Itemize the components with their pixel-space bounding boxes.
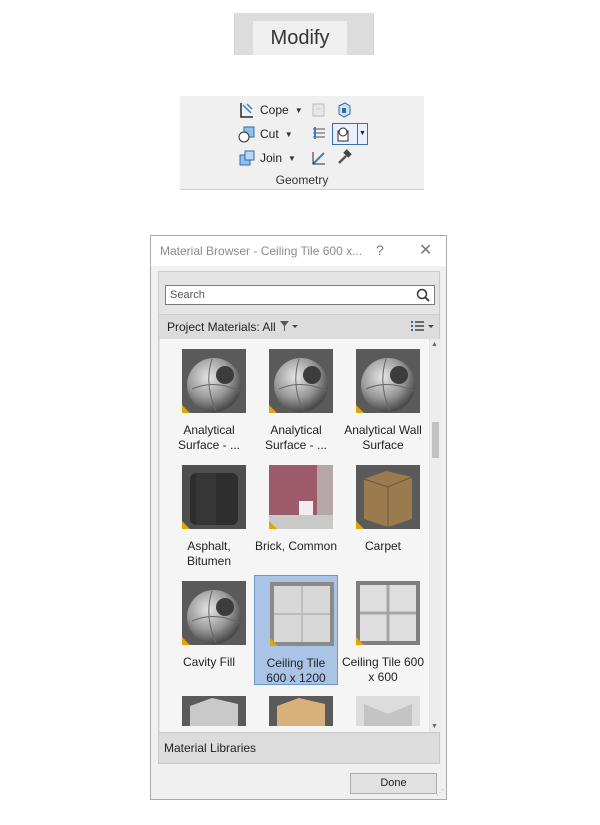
search-input[interactable]: Search [165,285,435,305]
warning-badge-icon [356,405,364,413]
help-button[interactable]: ? [376,242,384,258]
material-tile[interactable]: Ceiling Tile 600 x 1200 [254,575,338,685]
join-geometry-button[interactable]: ▼ [332,123,368,145]
material-thumbnail [356,349,420,413]
chevron-down-icon[interactable]: ▼ [285,130,293,139]
done-button[interactable]: Done [350,773,437,794]
join-geometry-icon [336,125,354,143]
material-libraries-label: Material Libraries [164,741,257,755]
material-name: Asphalt, Bitumen [186,539,232,568]
scroll-down-icon[interactable]: ▼ [431,723,438,730]
warning-badge-icon [182,637,190,645]
material-browser-dialog: Material Browser - Ceiling Tile 600 x...… [150,235,447,800]
split-face-icon[interactable] [335,101,353,119]
material-tile[interactable]: Carpet [341,459,425,569]
warning-badge-icon [182,521,190,529]
warning-badge-icon [356,521,364,529]
join-label: Join [260,151,283,165]
filter-icon[interactable] [279,320,299,335]
title-bar[interactable]: Material Browser - Ceiling Tile 600 x...… [151,236,446,266]
material-thumbnail[interactable] [356,696,420,726]
warning-badge-icon [269,405,277,413]
vertical-scrollbar[interactable]: ▲ ▼ [430,339,440,732]
material-name: Analytical Surface - ... [264,423,328,452]
chevron-down-icon[interactable]: ▼ [295,106,303,115]
material-tile[interactable]: Analytical Surface - ... [254,343,338,453]
browser-panel: Search Project Materials: All Analytical… [158,271,440,764]
material-name: Ceiling Tile 600 x 600 [341,655,425,684]
cope-icon [238,101,256,119]
material-name: Cavity Fill [182,655,235,669]
material-name: Brick, Common [254,539,337,553]
material-name: Carpet [364,539,402,553]
warning-badge-icon [356,637,364,645]
warning-badge-icon [269,521,277,529]
cope-label: Cope [260,103,289,117]
cut-button[interactable]: Cut ▼ [238,124,293,144]
geometry-panel-title: Geometry [275,173,329,187]
material-thumbnail [269,465,333,529]
material-thumbnail [182,465,246,529]
cut-icon [238,125,256,143]
material-tile[interactable]: Cavity Fill [167,575,251,685]
material-tile[interactable]: Brick, Common [254,459,338,569]
material-thumbnail [356,465,420,529]
material-libraries-bar[interactable]: Material Libraries [159,732,439,763]
cut-label: Cut [260,127,279,141]
material-tile[interactable]: Analytical Wall Surface [341,343,425,453]
material-tile[interactable]: Ceiling Tile 600 x 600 [341,575,425,685]
dialog-title: Material Browser - Ceiling Tile 600 x... [160,244,363,258]
project-materials-label: Project Materials: All [167,320,276,334]
wall-joins-icon[interactable] [310,101,328,119]
material-thumbnail [182,581,246,645]
join-icon [238,149,256,167]
paint-icon[interactable] [310,149,328,167]
wall-sweep-icon[interactable] [310,125,328,143]
warning-badge-icon [270,638,278,646]
chevron-down-icon[interactable]: ▼ [357,124,367,144]
material-tile[interactable]: Asphalt, Bitumen [167,459,251,569]
chevron-down-icon[interactable]: ▼ [288,154,296,163]
scroll-up-icon[interactable]: ▲ [431,341,438,348]
search-placeholder: Search [170,289,205,301]
resize-grip-icon[interactable]: ⋰ [436,788,444,797]
scroll-thumb[interactable] [432,422,439,458]
search-icon[interactable] [415,287,431,303]
hammer-icon[interactable] [335,149,353,167]
material-name: Ceiling Tile 600 x 1200 [266,656,326,685]
material-thumbnail [356,581,420,645]
material-name: Analytical Surface - ... [177,423,241,452]
materials-grid: Analytical Surface - ... Analytical Surfa… [160,339,429,732]
geometry-panel: Cope ▼ Cut ▼ Join ▼ ▼ Geometry [180,96,424,190]
material-thumbnail [269,349,333,413]
cope-button[interactable]: Cope ▼ [238,100,303,120]
join-button[interactable]: Join ▼ [238,148,296,168]
material-thumbnail [270,582,334,646]
material-thumbnail [182,349,246,413]
modify-tab[interactable]: Modify [234,13,374,55]
material-thumbnail[interactable] [269,696,333,726]
project-materials-bar: Project Materials: All [159,314,439,340]
material-tile[interactable]: Analytical Surface - ... [167,343,251,453]
material-name: Analytical Wall Surface [344,423,422,452]
view-options-icon[interactable] [410,319,436,336]
material-thumbnail[interactable] [182,696,246,726]
close-button[interactable]: ✕ [419,240,432,260]
modify-tab-label: Modify [253,21,347,55]
warning-badge-icon [182,405,190,413]
